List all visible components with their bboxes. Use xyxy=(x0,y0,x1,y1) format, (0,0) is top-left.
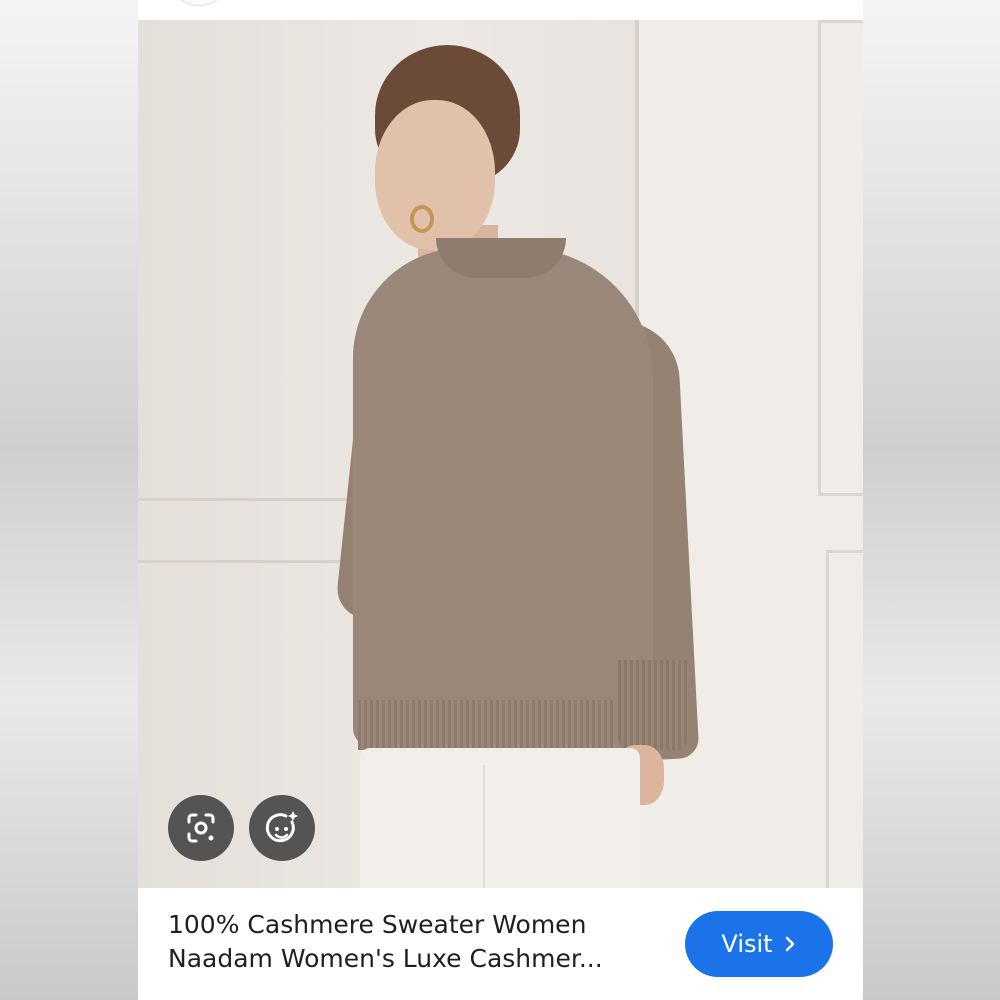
sweater-collar xyxy=(436,238,566,278)
face-filter-button[interactable] xyxy=(249,795,315,861)
result-title-line: Naadam Women's Luxe Cashmer... xyxy=(168,944,603,973)
sweater-cuff xyxy=(618,660,688,750)
visit-button[interactable]: Visit xyxy=(685,911,833,977)
visit-button-label: Visit xyxy=(721,930,773,958)
result-title-line: 100% Cashmere Sweater Women xyxy=(168,910,587,939)
google-lens-button[interactable] xyxy=(168,795,234,861)
sweater-hem xyxy=(358,700,613,750)
model-face xyxy=(375,100,495,250)
result-caption: 100% Cashmere Sweater Women Naadam Women… xyxy=(138,888,863,1000)
google-lens-icon xyxy=(187,813,215,843)
wall-panel-frame xyxy=(818,20,863,496)
avatar xyxy=(178,0,220,6)
chevron-right-icon xyxy=(785,936,794,952)
image-result-card: 100% Cashmere Sweater Women Naadam Women… xyxy=(138,0,863,1000)
result-title[interactable]: 100% Cashmere Sweater Women Naadam Women… xyxy=(168,908,658,976)
wall-panel-frame xyxy=(826,550,863,888)
sweater xyxy=(353,248,653,748)
white-pants xyxy=(360,748,640,888)
pants-crease xyxy=(483,765,485,888)
card-top-strip xyxy=(138,0,863,20)
product-image[interactable] xyxy=(138,20,863,888)
wall-molding xyxy=(138,498,368,501)
face-sparkle-icon xyxy=(265,811,298,843)
earring xyxy=(410,205,434,233)
wall-molding xyxy=(138,560,368,563)
